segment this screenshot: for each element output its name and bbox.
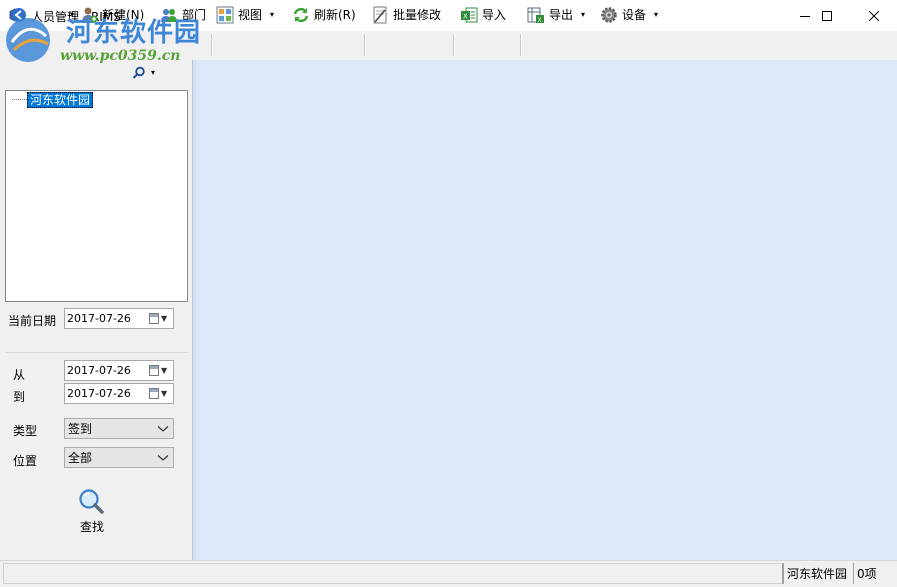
chevron-down-icon [157,454,169,461]
toolbar-separator [364,34,366,56]
export-button-label: 导出 [549,8,574,22]
back-dropdown-button[interactable]: ▾ [10,2,74,27]
export-dropdown-arrow[interactable]: ▾ [581,10,585,19]
to-date-value: 2017-07-26 [67,387,131,400]
svg-text:X: X [538,16,542,23]
organization-tree[interactable] [5,90,188,302]
batch-edit-button[interactable]: 批量修改 [371,2,441,27]
refresh-button[interactable]: 刷新(R) [292,2,356,27]
tree-node-root[interactable]: 河东软件园 [27,92,94,108]
watermark-title: 河东软件园 [66,18,202,48]
back-icon [12,7,26,22]
export-button[interactable]: X 导出 ▾ [527,2,585,27]
search-icon[interactable] [132,66,146,83]
device-button-label: 设备 [622,8,647,22]
toolbar-separator [453,34,455,56]
device-button[interactable]: 设备 ▾ [600,2,658,27]
refresh-icon [293,7,309,22]
current-date-label: 当前日期 [8,314,57,328]
status-count: 0项 [853,563,880,584]
calendar-icon [149,313,159,324]
chevron-down-icon: ▼ [161,314,168,323]
chevron-down-icon: ▼ [161,366,168,375]
view-button-label: 视图 [238,8,263,22]
view-dropdown-arrow[interactable]: ▾ [270,10,274,19]
calendar-icon [149,388,159,399]
refresh-button-label: 刷新(R) [314,8,356,22]
location-select-value: 全部 [68,451,93,465]
main-content-area [196,60,897,560]
location-select[interactable]: 全部 [64,447,174,468]
close-button[interactable] [851,0,897,31]
current-date-picker[interactable]: 2017-07-26 ▼ [64,308,174,329]
search-dropdown-arrow[interactable]: ▾ [151,68,155,77]
type-select[interactable]: 签到 [64,418,174,439]
device-dropdown-arrow[interactable]: ▾ [654,10,658,19]
view-icon [216,6,234,23]
calendar-icon [149,365,159,376]
svg-text:X: X [463,12,468,20]
location-label: 位置 [13,454,38,468]
type-label: 类型 [13,424,38,438]
export-icon: X [527,7,544,23]
maximize-button[interactable] [804,0,850,31]
batch-edit-icon [373,6,387,23]
watermark-url: www.pc0359.cn [60,48,181,64]
tree-connector [12,99,27,100]
import-button[interactable]: X 导入 [460,2,506,27]
to-label: 到 [13,390,26,404]
magnifier-icon [79,489,104,514]
find-button-label[interactable]: 查找 [80,518,104,535]
from-date-value: 2017-07-26 [67,364,131,377]
to-date-picker[interactable]: 2017-07-26 ▼ [64,383,174,404]
device-gear-icon [601,6,617,23]
import-button-label: 导入 [482,8,507,22]
current-date-value: 2017-07-26 [67,312,131,325]
chevron-down-icon: ▼ [161,389,168,398]
from-date-picker[interactable]: 2017-07-26 ▼ [64,360,174,381]
toolbar-separator [211,34,213,56]
toolbar-separator [520,34,522,56]
type-select-value: 签到 [68,422,93,436]
status-panel-main [3,563,783,584]
batch-edit-button-label: 批量修改 [393,8,442,22]
import-icon: X [461,7,478,22]
chevron-down-icon [157,425,169,432]
status-org: 河东软件园 [783,563,850,584]
view-button[interactable]: 视图 ▾ [216,2,274,27]
from-label: 从 [13,368,26,382]
